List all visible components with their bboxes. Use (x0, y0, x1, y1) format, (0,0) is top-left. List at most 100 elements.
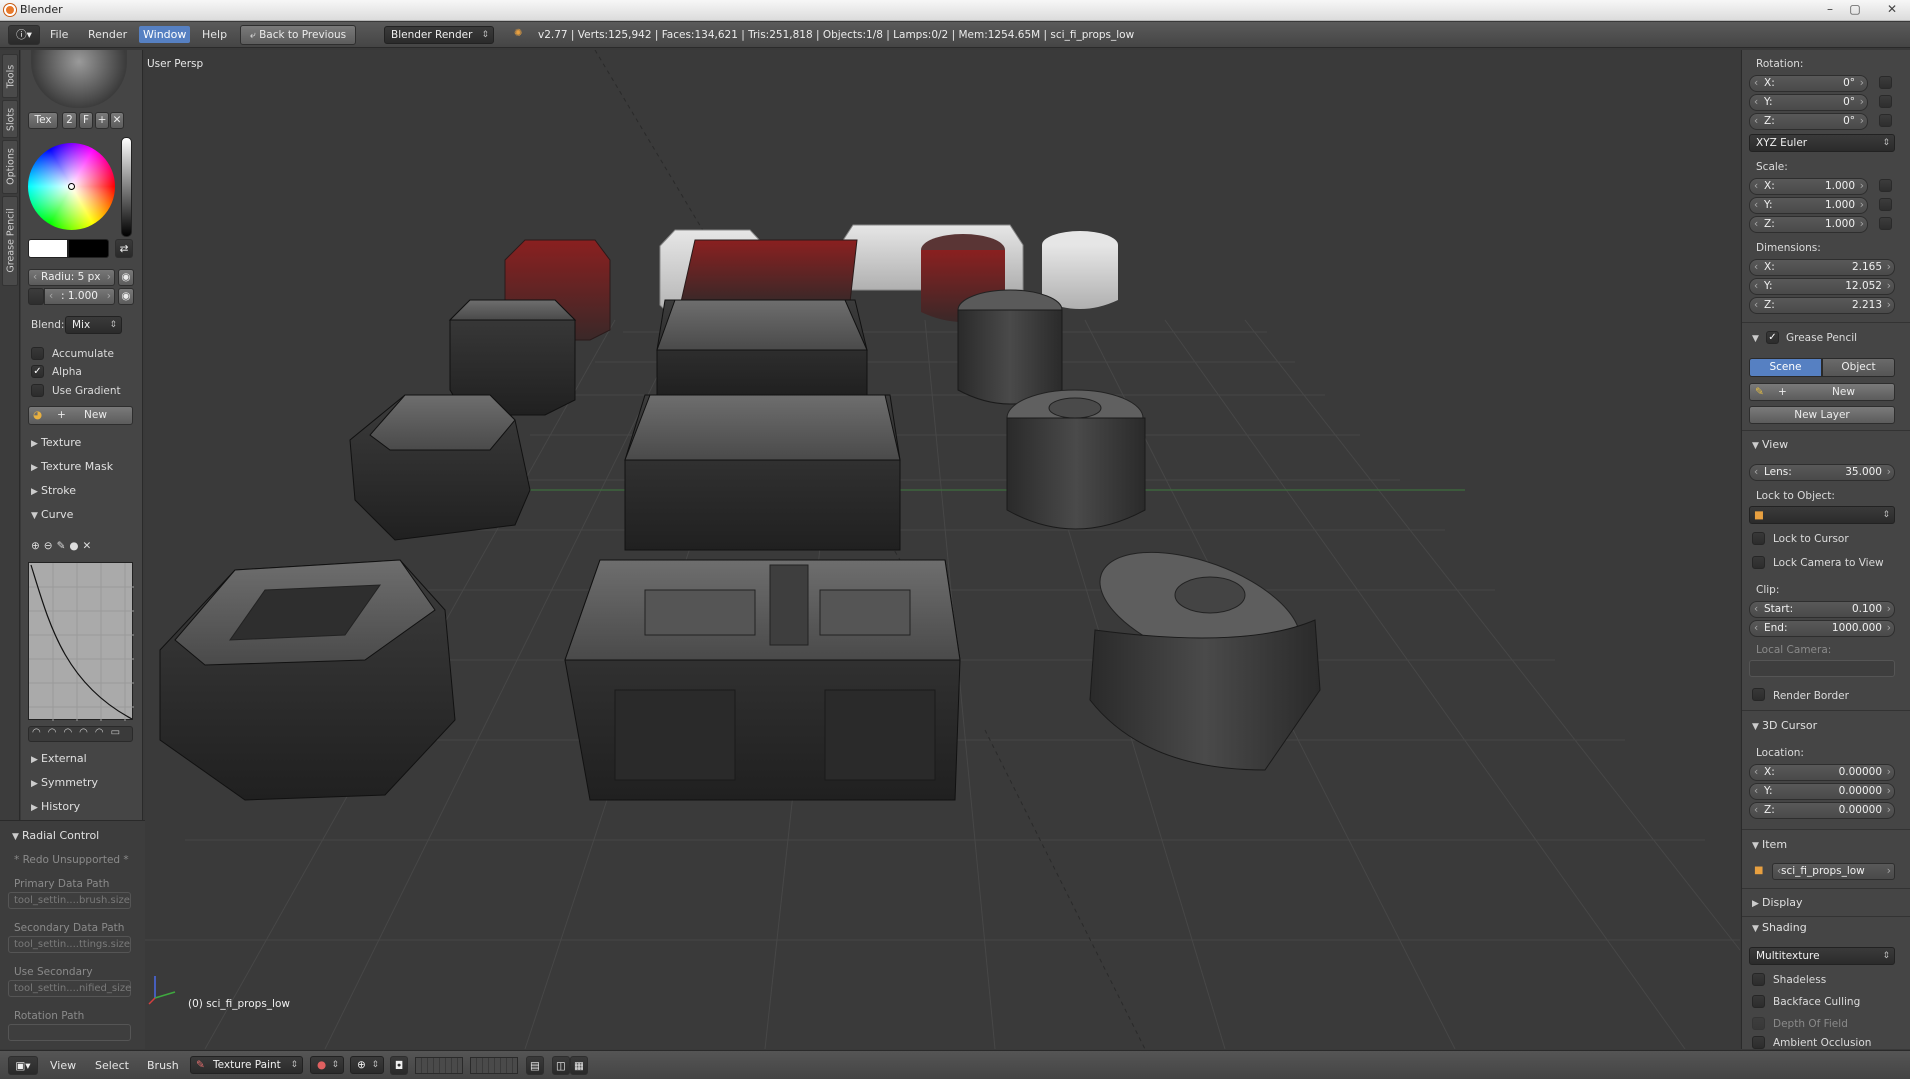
dimension-y-field[interactable]: Y:12.052 (1749, 278, 1895, 295)
tab-grease-pencil[interactable]: Grease Pencil (2, 196, 18, 286)
grease-pencil-checkbox[interactable]: ✓ (1766, 331, 1779, 344)
pivot-select[interactable]: ⊕ (350, 1056, 384, 1074)
tab-options[interactable]: Options (2, 140, 18, 194)
use-secondary-field[interactable]: tool_settin....nified_size (8, 980, 131, 997)
cursor-y-field[interactable]: Y:0.00000 (1749, 783, 1895, 800)
menu-brush[interactable]: Brush (147, 1059, 179, 1072)
radial-control-title[interactable]: ▼ Radial Control (12, 829, 99, 842)
section-symmetry[interactable]: ▶ Symmetry (31, 776, 98, 789)
alpha-checkbox[interactable]: ✓ (31, 365, 44, 378)
section-texture[interactable]: ▶ Texture (31, 436, 81, 449)
cursor-z-field[interactable]: Z:0.00000 (1749, 802, 1895, 819)
lock-to-cursor-checkbox[interactable] (1752, 532, 1765, 545)
clip-start-field[interactable]: Start:0.100 (1749, 601, 1895, 618)
object-toggle[interactable]: Object (1822, 358, 1895, 377)
strength-pressure-icon[interactable]: ◉ (118, 288, 134, 305)
lock-object-field[interactable]: ■ (1749, 506, 1895, 524)
tex-tab[interactable]: Tex (28, 112, 58, 129)
lock-scale-y-icon[interactable] (1879, 198, 1892, 211)
render-engine-select[interactable]: Blender Render (384, 26, 494, 44)
section-grease-pencil[interactable]: ▼ (1752, 331, 1762, 344)
depth-of-field-checkbox[interactable] (1752, 1017, 1765, 1030)
section-display[interactable]: ▶ Display (1752, 896, 1803, 909)
menu-file[interactable]: File (50, 28, 68, 41)
lock-scale-x-icon[interactable] (1879, 179, 1892, 192)
tab-tools[interactable]: Tools (2, 54, 18, 98)
lens-field[interactable]: Lens:35.000 (1749, 464, 1895, 481)
render-preview-icon[interactable]: ◫ (552, 1056, 570, 1075)
radius-field[interactable]: Radiu: 5 px (28, 269, 115, 286)
close-icon[interactable]: ✕ (110, 112, 124, 129)
new-grease-pencil-button[interactable]: ✎ + New (1749, 383, 1895, 401)
face-mask-icon[interactable]: ◘ (390, 1056, 408, 1075)
scale-z-field[interactable]: Z:1.000 (1749, 216, 1868, 233)
menu-select[interactable]: Select (95, 1059, 129, 1072)
lock-layers-icon[interactable]: ▤ (526, 1056, 544, 1075)
tab-slots[interactable]: Slots (2, 100, 18, 138)
opengl-render-icon[interactable]: ▦ (570, 1056, 588, 1075)
ambient-occlusion-checkbox[interactable] (1752, 1036, 1765, 1049)
menu-window[interactable]: Window (139, 26, 191, 43)
menu-help[interactable]: Help (202, 28, 227, 41)
secondary-color[interactable] (68, 239, 109, 258)
mode-select[interactable]: ✎ Texture Paint (190, 1056, 303, 1074)
clip-end-field[interactable]: End:1000.000 (1749, 620, 1895, 637)
scale-y-field[interactable]: Y:1.000 (1749, 197, 1868, 214)
use-gradient-checkbox[interactable] (31, 384, 44, 397)
back-to-previous-button[interactable]: ⤶ Back to Previous (240, 25, 356, 45)
section-stroke[interactable]: ▶ Stroke (31, 484, 76, 497)
local-camera-field[interactable] (1749, 660, 1895, 677)
secondary-data-path-field[interactable]: tool_settin....ttings.size (8, 936, 131, 953)
value-slider[interactable] (121, 137, 132, 237)
blend-select[interactable]: Mix (65, 316, 122, 334)
section-item[interactable]: ▼ Item (1752, 838, 1787, 851)
shadeless-checkbox[interactable] (1752, 973, 1765, 986)
section-3d-cursor[interactable]: ▼ 3D Cursor (1752, 719, 1817, 732)
color-wheel[interactable] (28, 143, 115, 230)
new-layer-button[interactable]: New Layer (1749, 406, 1895, 424)
pressure-icon[interactable]: ◉ (118, 269, 134, 286)
item-name-field[interactable]: sci_fi_props_low (1772, 863, 1895, 880)
lock-y-icon[interactable] (1879, 95, 1892, 108)
scene-toggle[interactable]: Scene (1749, 358, 1822, 377)
rotation-z-field[interactable]: Z:0° (1749, 113, 1868, 130)
maximize-button[interactable]: ▢ (1843, 2, 1867, 17)
strength-field[interactable]: : 1.000 (44, 288, 115, 305)
section-external[interactable]: ▶ External (31, 752, 87, 765)
rotation-path-field[interactable] (8, 1024, 131, 1041)
lock-z-icon[interactable] (1879, 114, 1892, 127)
viewport-shading-select[interactable]: ● (310, 1056, 344, 1074)
brush-preview[interactable] (31, 50, 127, 108)
editor-type-icon[interactable]: ⓘ▾ (8, 25, 40, 45)
render-border-checkbox[interactable] (1752, 688, 1765, 701)
rotation-mode-select[interactable]: XYZ Euler (1749, 134, 1895, 152)
unified-icon[interactable] (28, 288, 44, 305)
close-button[interactable]: ✕ (1880, 2, 1904, 17)
editor-type-icon[interactable]: ▣▾ (8, 1056, 38, 1075)
minimize-button[interactable]: – (1818, 2, 1842, 17)
layer-buttons-1[interactable] (415, 1057, 463, 1074)
3d-viewport[interactable]: User Persp (0) sci_fi_props_low (145, 50, 1740, 1049)
curve-presets[interactable]: ◠◠◠◠◠▭ (28, 726, 133, 742)
scale-x-field[interactable]: X:1.000 (1749, 178, 1868, 195)
swap-colors-icon[interactable]: ⇄ (115, 239, 133, 258)
rotation-x-field[interactable]: X:0° (1749, 75, 1868, 92)
section-shading[interactable]: ▼ Shading (1752, 921, 1807, 934)
section-view[interactable]: ▼ View (1752, 438, 1788, 451)
primary-color[interactable] (28, 239, 68, 258)
tex-users[interactable]: 2 (62, 112, 77, 129)
layer-buttons-2[interactable] (470, 1057, 518, 1074)
add-icon[interactable]: + (95, 112, 109, 129)
cursor-x-field[interactable]: X:0.00000 (1749, 764, 1895, 781)
section-texture-mask[interactable]: ▶ Texture Mask (31, 460, 113, 473)
accumulate-checkbox[interactable] (31, 347, 44, 360)
menu-view[interactable]: View (50, 1059, 76, 1072)
section-curve[interactable]: ▼ Curve (31, 508, 73, 521)
new-palette-button[interactable]: ◕ + New (28, 406, 133, 425)
primary-data-path-field[interactable]: tool_settin....brush.size (8, 892, 131, 909)
fake-user[interactable]: F (79, 112, 93, 129)
lock-x-icon[interactable] (1879, 76, 1892, 89)
lock-scale-z-icon[interactable] (1879, 217, 1892, 230)
rotation-y-field[interactable]: Y:0° (1749, 94, 1868, 111)
dimension-x-field[interactable]: X:2.165 (1749, 259, 1895, 276)
